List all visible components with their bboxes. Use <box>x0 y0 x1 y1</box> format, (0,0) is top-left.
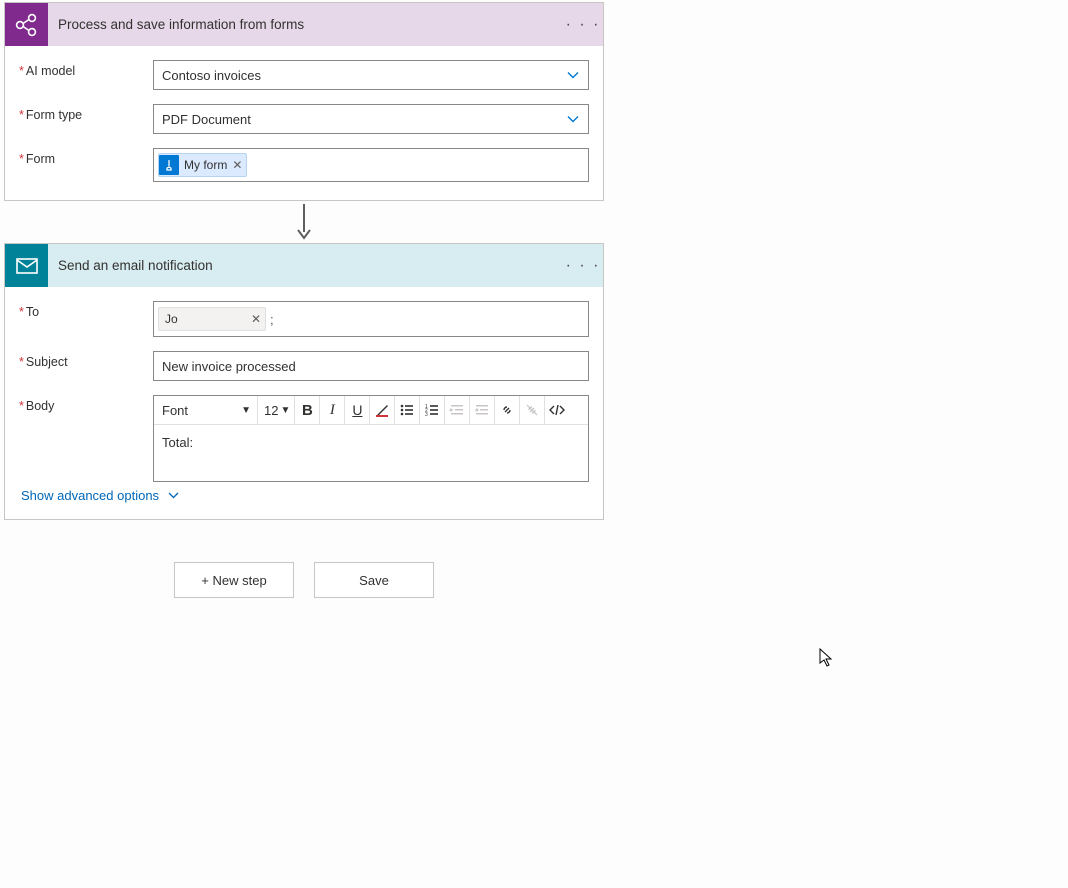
rte-unlink-button[interactable] <box>520 396 545 424</box>
subject-value: New invoice processed <box>162 359 296 374</box>
rte-link-button[interactable] <box>495 396 520 424</box>
ai-builder-icon <box>5 3 48 46</box>
to-token-label: Jo <box>165 312 178 326</box>
chevron-down-icon <box>566 112 580 126</box>
label-subject: *Subject <box>19 351 153 369</box>
touch-icon <box>159 155 179 175</box>
label-ai-model: *AI model <box>19 60 153 78</box>
footer-buttons: + New step Save <box>4 562 604 598</box>
show-advanced-link[interactable]: Show advanced options <box>5 488 180 519</box>
rte-size-select[interactable]: 12▼ <box>258 396 295 424</box>
new-step-button[interactable]: + New step <box>174 562 294 598</box>
mail-icon <box>5 244 48 287</box>
rte-bold-button[interactable]: B <box>295 396 320 424</box>
label-form-type: *Form type <box>19 104 153 122</box>
label-form: *Form <box>19 148 153 166</box>
to-input[interactable]: Jo ✕ ; <box>153 301 589 337</box>
form-token-label: My form <box>184 158 227 172</box>
card-process-forms: Process and save information from forms … <box>4 2 604 201</box>
subject-input[interactable]: New invoice processed <box>153 351 589 381</box>
rte-code-button[interactable] <box>545 396 569 424</box>
card-send-email: Send an email notification · · · *To Jo … <box>4 243 604 520</box>
body-editor: Font▼ 12▼ B I U <box>153 395 589 482</box>
rte-color-button[interactable] <box>370 396 395 424</box>
rte-bullets-button[interactable] <box>395 396 420 424</box>
body-textarea[interactable]: Total: <box>154 425 588 481</box>
card-menu-button[interactable]: · · · <box>563 257 603 275</box>
save-button[interactable]: Save <box>314 562 434 598</box>
remove-token-icon[interactable]: ✕ <box>232 158 242 172</box>
flow-connector <box>4 201 604 243</box>
rte-underline-button[interactable]: U <box>345 396 370 424</box>
chevron-down-icon <box>167 489 180 502</box>
rte-indent-button[interactable] <box>470 396 495 424</box>
label-to: *To <box>19 301 153 319</box>
rte-outdent-button[interactable] <box>445 396 470 424</box>
rte-numbers-button[interactable]: 123 <box>420 396 445 424</box>
ai-model-value: Contoso invoices <box>162 68 261 83</box>
card-menu-button[interactable]: · · · <box>563 16 603 34</box>
rte-font-select[interactable]: Font▼ <box>154 396 258 424</box>
rte-toolbar: Font▼ 12▼ B I U <box>154 396 588 425</box>
form-input[interactable]: My form ✕ <box>153 148 589 182</box>
ai-model-select[interactable]: Contoso invoices <box>153 60 589 90</box>
card-header-process[interactable]: Process and save information from forms … <box>5 3 603 46</box>
card-title: Process and save information from forms <box>48 17 563 32</box>
form-type-select[interactable]: PDF Document <box>153 104 589 134</box>
cursor-icon <box>819 648 835 668</box>
rte-italic-button[interactable]: I <box>320 396 345 424</box>
caret-down-icon: ▼ <box>280 405 290 416</box>
to-separator: ; <box>270 312 274 327</box>
label-body: *Body <box>19 395 153 413</box>
form-type-value: PDF Document <box>162 112 251 127</box>
caret-down-icon: ▼ <box>241 405 251 416</box>
chevron-down-icon <box>566 68 580 82</box>
card-title: Send an email notification <box>48 258 563 273</box>
remove-token-icon[interactable]: ✕ <box>251 312 261 326</box>
form-token[interactable]: My form ✕ <box>158 153 247 177</box>
to-token[interactable]: Jo ✕ <box>158 307 266 331</box>
card-header-email[interactable]: Send an email notification · · · <box>5 244 603 287</box>
svg-text:3: 3 <box>425 412 428 418</box>
